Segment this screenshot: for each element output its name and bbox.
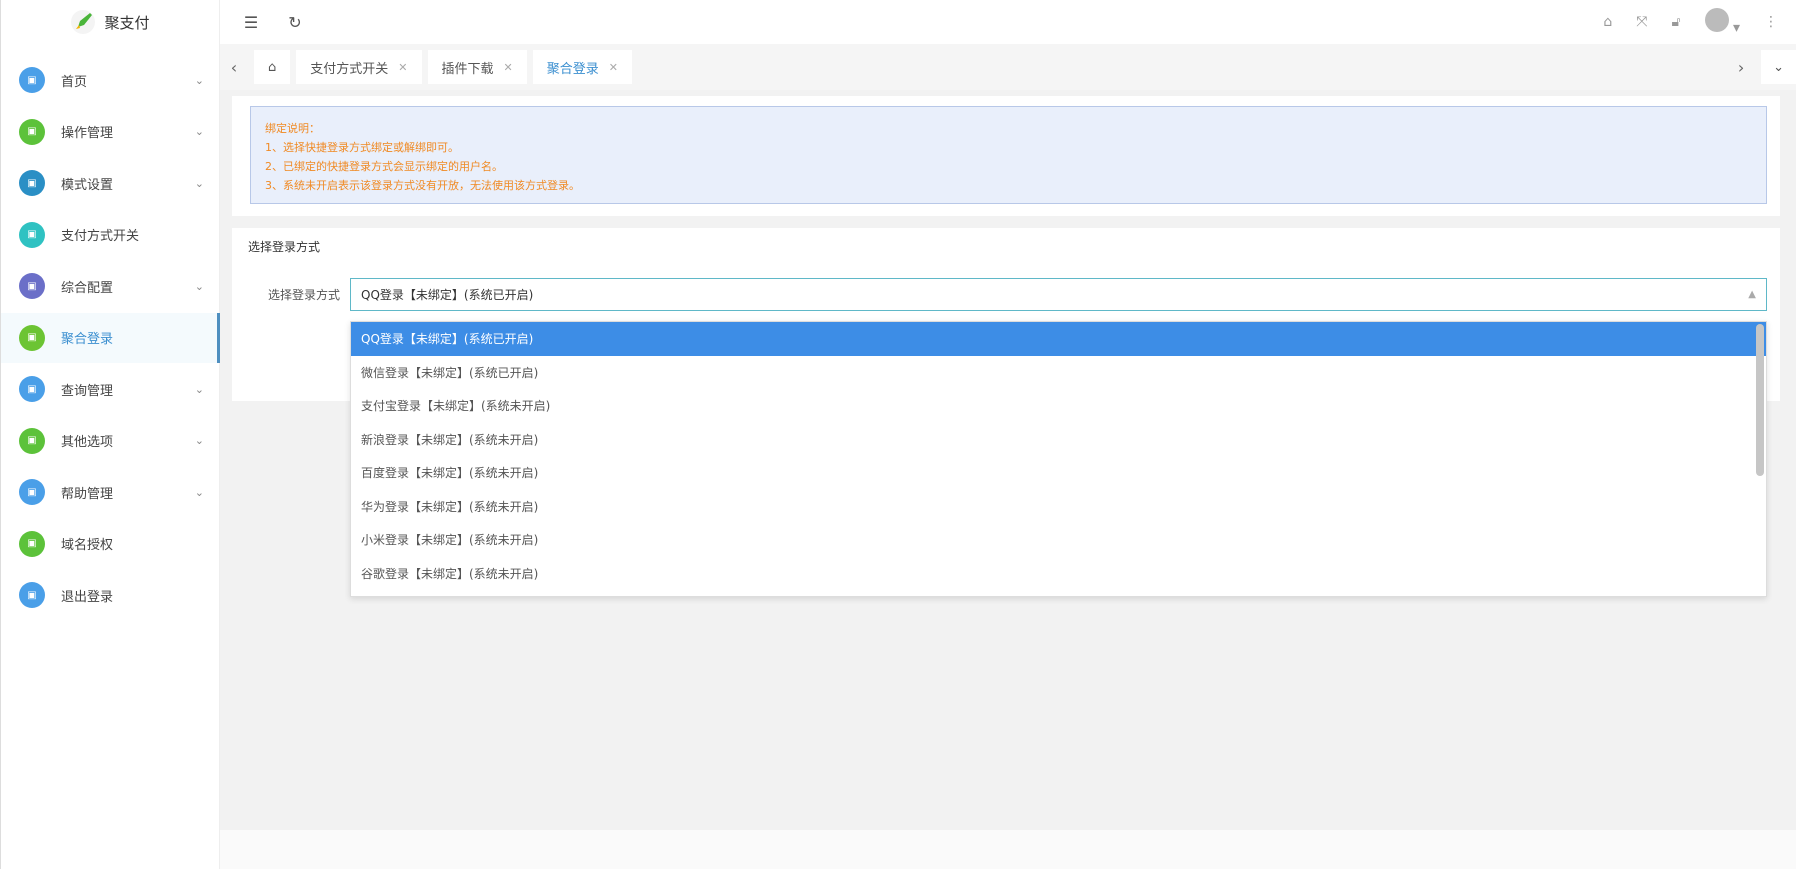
tab-label: 聚合登录 [546,61,599,77]
menu-icon: ▣ [19,582,45,608]
tabs-next-icon[interactable]: › [1727,58,1755,77]
sidebar-item[interactable]: ▣ 模式设置 ⌄ [1,158,220,208]
top-bar: ☰ ↻ ⌂ ⤧ 🔓︎ ▾ ⋮ [220,0,1796,44]
chevron-down-icon: ⌄ [194,176,204,190]
app-logo[interactable]: 聚支付 [1,0,219,44]
sidebar: 聚支付 ▣ 首页 ⌄ ▣ 操作管理 ⌄ ▣ 模式设置 ⌄ ▣ 支付方式开关 ▣ 综合配置 ⌄ ▣ 聚合登录 ▣ 查… [0,0,220,869]
home-icon: ⌂ [268,59,277,75]
sidebar-item[interactable]: ▣ 域名授权 [1,519,220,569]
chevron-down-icon: ⌄ [194,73,204,87]
tabs-dropdown-button[interactable]: ⌄ [1761,50,1796,84]
sidebar-item[interactable]: ▣ 退出登录 [1,570,220,620]
tab-home[interactable]: ⌂ [254,50,291,84]
chevron-down-icon: ⌄ [194,125,204,138]
chevron-down-icon: ⌄ [194,485,204,499]
menu-icon: ▣ [19,479,45,505]
sidebar-item-label: 其他选项 [61,435,114,450]
menu-icon: ▣ [19,67,45,93]
sidebar-item[interactable]: ▣ 首页 ⌄ [1,55,220,105]
sidebar-item-label: 域名授权 [61,538,114,553]
section-title: 选择登录方式 [248,240,321,254]
close-icon[interactable]: ✕ [398,61,407,74]
menu-icon: ▣ [19,118,45,145]
select-value: QQ登录【未绑定】(系统已开启) [361,288,534,302]
sidebar-item-label: 退出登录 [61,589,114,605]
notice-line: 3、系统未开启表示该登录方式没有开放，无法使用该方式登录。 [265,179,580,192]
sidebar-item-label: 操作管理 [61,126,114,141]
tabs-prev-icon[interactable]: ‹ [220,58,248,77]
close-icon[interactable]: ✕ [504,61,513,74]
footer [220,830,1796,869]
notice-line: 2、已绑定的快捷登录方式会显示绑定的用户名。 [265,160,503,173]
sidebar-item[interactable]: ▣ 综合配置 ⌄ [1,261,220,311]
more-icon[interactable]: ⋮ [1764,14,1778,30]
notice-title: 绑定说明： [265,122,320,135]
sidebar-item[interactable]: ▣ 支付方式开关 [1,210,220,260]
notice-line: 1、选择快捷登录方式绑定或解绑即可。 [265,141,459,154]
sidebar-item[interactable]: ▣ 帮助管理 ⌄ [1,467,220,517]
chevron-down-icon: ⌄ [194,382,204,396]
dropdown-option[interactable]: 微信登录【未绑定】(系统已开启) [351,356,1766,390]
menu-icon: ▣ [19,324,45,351]
chevron-down-icon: ⌄ [194,279,204,293]
tag-icon[interactable]: ⌂ [1603,14,1612,30]
notice-box: 绑定说明： 1、选择快捷登录方式绑定或解绑即可。 2、已绑定的快捷登录方式会显示… [250,106,1767,204]
tab[interactable]: 插件下载 ✕ [427,50,527,84]
login-method-select[interactable]: QQ登录【未绑定】(系统已开启) ▲ [350,278,1767,311]
lock-icon[interactable]: 🔓︎ [1671,14,1680,30]
sidebar-item[interactable]: ▣ 聚合登录 [1,312,220,363]
tab-bar: ‹ ⌂ 支付方式开关 ✕ 插件下载 ✕ 聚合登录 ✕ › ⌄ [220,44,1796,90]
tab-label: 插件下载 [441,61,494,77]
sidebar-item-label: 模式设置 [61,177,114,193]
sidebar-item-label: 支付方式开关 [61,229,140,244]
menu-icon: ▣ [19,376,45,402]
field-label: 选择登录方式 [268,288,341,302]
sidebar-item[interactable]: ▣ 查询管理 ⌄ [1,364,220,414]
rocket-logo-icon [71,10,96,34]
dropdown-option[interactable]: 谷歌登录【未绑定】(系统未开启) [351,557,1766,591]
sidebar-item[interactable]: ▣ 操作管理 ⌄ [1,107,220,157]
dropdown-option[interactable]: 支付宝登录【未绑定】(系统未开启) [351,389,1766,423]
sidebar-item-label: 综合配置 [61,280,114,296]
menu-icon: ▣ [19,221,45,248]
sidebar-item-label: 首页 [61,74,88,90]
scrollbar[interactable] [1756,324,1764,476]
user-menu[interactable]: ▾ [1704,8,1740,36]
dropdown-option[interactable]: 华为登录【未绑定】(系统未开启) [351,490,1766,524]
login-method-dropdown: QQ登录【未绑定】(系统已开启) 微信登录【未绑定】(系统已开启) 支付宝登录【未绑… [350,321,1767,597]
sidebar-item-label: 查询管理 [61,383,114,399]
menu-icon: ▣ [19,530,45,557]
refresh-icon[interactable]: ↻ [282,13,308,32]
tab[interactable]: 支付方式开关 ✕ [296,50,422,84]
menu-icon: ▣ [19,427,45,454]
fullscreen-icon[interactable]: ⤧ [1636,14,1647,30]
close-icon[interactable]: ✕ [609,61,618,74]
menu-collapse-icon[interactable]: ☰ [238,13,264,32]
dropdown-option[interactable]: 新浪登录【未绑定】(系统未开启) [351,423,1766,457]
chevron-down-icon: ⌄ [194,434,204,447]
dropdown-option[interactable]: 百度登录【未绑定】(系统未开启) [351,456,1766,490]
avatar [1704,8,1729,32]
caret-up-icon: ▲ [1748,289,1756,300]
dropdown-option[interactable]: 小米登录【未绑定】(系统未开启) [351,523,1766,557]
tab-label: 支付方式开关 [310,61,389,77]
tab[interactable]: 聚合登录 ✕ [532,50,632,84]
sidebar-item-label: 帮助管理 [61,486,114,502]
sidebar-item[interactable]: ▣ 其他选项 ⌄ [1,416,220,466]
dropdown-option[interactable]: QQ登录【未绑定】(系统已开启) [351,322,1766,356]
menu-icon: ▣ [19,273,45,299]
sidebar-item-label: 聚合登录 [61,332,114,347]
menu-icon: ▣ [19,170,45,196]
app-name: 聚支付 [104,13,150,32]
